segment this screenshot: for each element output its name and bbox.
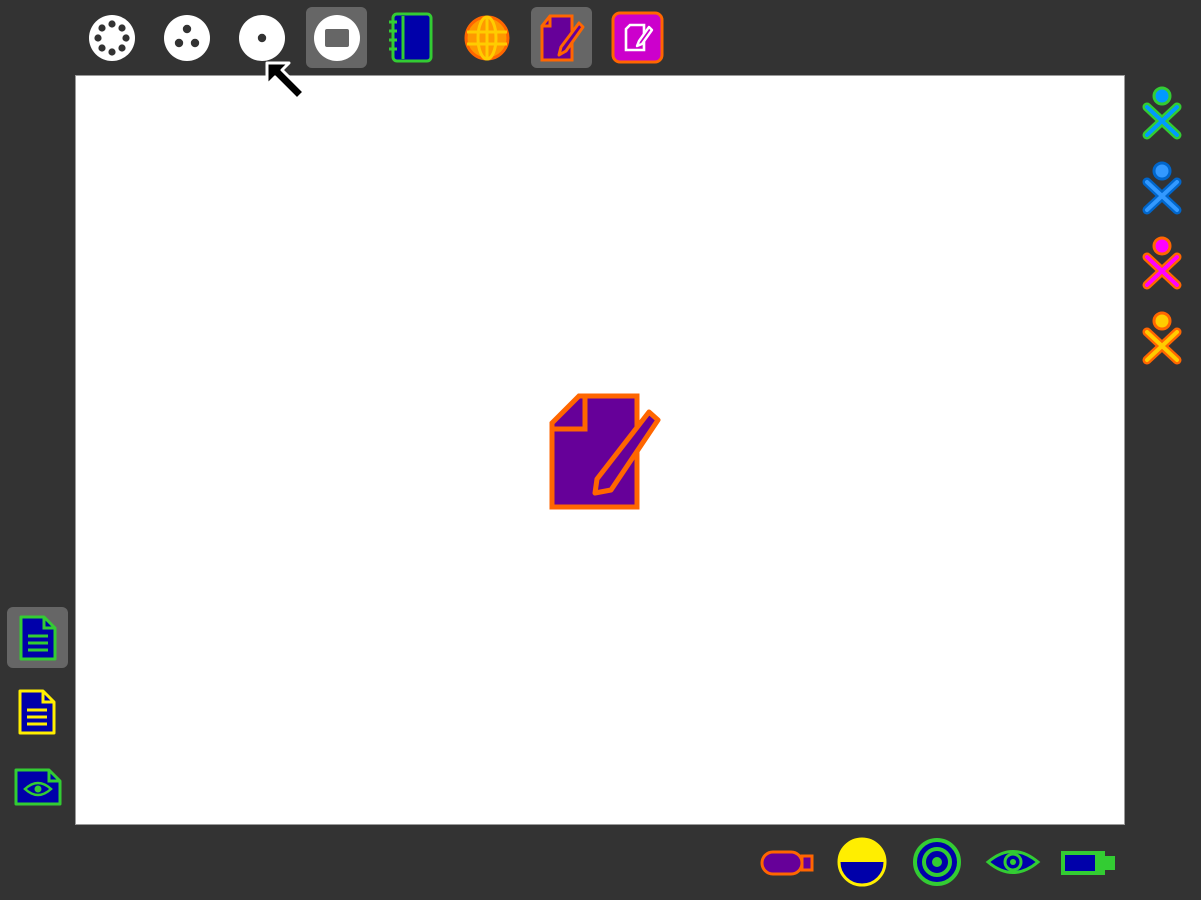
journal-icon [389,12,433,63]
usb-drive-icon [760,850,814,876]
clipboard-item-3[interactable] [13,767,63,807]
mouse-cursor [262,60,308,104]
brightness-display-icon [837,837,887,887]
activity-view-button[interactable] [306,7,367,68]
brightness-button[interactable] [836,836,888,888]
document-yellow-icon [18,689,56,735]
write-shared-activity-icon [611,11,664,64]
home-view-icon [239,15,285,61]
neighborhood-view-button[interactable] [88,14,136,62]
buddy-4[interactable] [1140,310,1184,366]
wireless-network-icon [913,838,961,886]
buddy-2[interactable] [1140,160,1184,216]
battery-button[interactable] [1058,848,1118,878]
accessibility-button[interactable] [985,845,1041,879]
battery-icon [1061,851,1115,875]
write-activity-icon [540,14,585,62]
activity-view-icon [314,15,360,61]
browse-globe-icon [464,15,510,61]
group-view-button[interactable] [163,14,211,62]
clipboard-item-2[interactable] [17,688,57,736]
buddy-1[interactable] [1140,85,1184,141]
buddy-xo-icon [1142,311,1182,365]
buddy-xo-icon [1142,161,1182,215]
write-shared-button[interactable] [611,11,664,64]
home-view-button[interactable] [238,14,286,62]
neighborhood-view-icon [89,15,135,61]
canvas-center-write-icon [549,393,663,511]
clipboard-item-1[interactable] [7,607,68,668]
accessibility-eye-icon [985,850,1041,874]
usb-drive-button[interactable] [759,847,815,879]
document-green-icon [19,615,57,661]
pointer-arrow-icon [265,61,306,101]
write-activity-button[interactable] [531,7,592,68]
journal-button[interactable] [386,12,436,64]
write-activity-icon [549,393,661,510]
group-view-icon [164,15,210,61]
wireless-network-button[interactable] [911,836,963,888]
buddy-xo-icon [1142,86,1182,140]
document-preview-eye-icon [14,768,62,806]
buddy-3[interactable] [1140,235,1184,291]
browse-button[interactable] [462,13,512,63]
buddy-xo-icon [1142,236,1182,290]
activity-canvas [75,75,1125,825]
